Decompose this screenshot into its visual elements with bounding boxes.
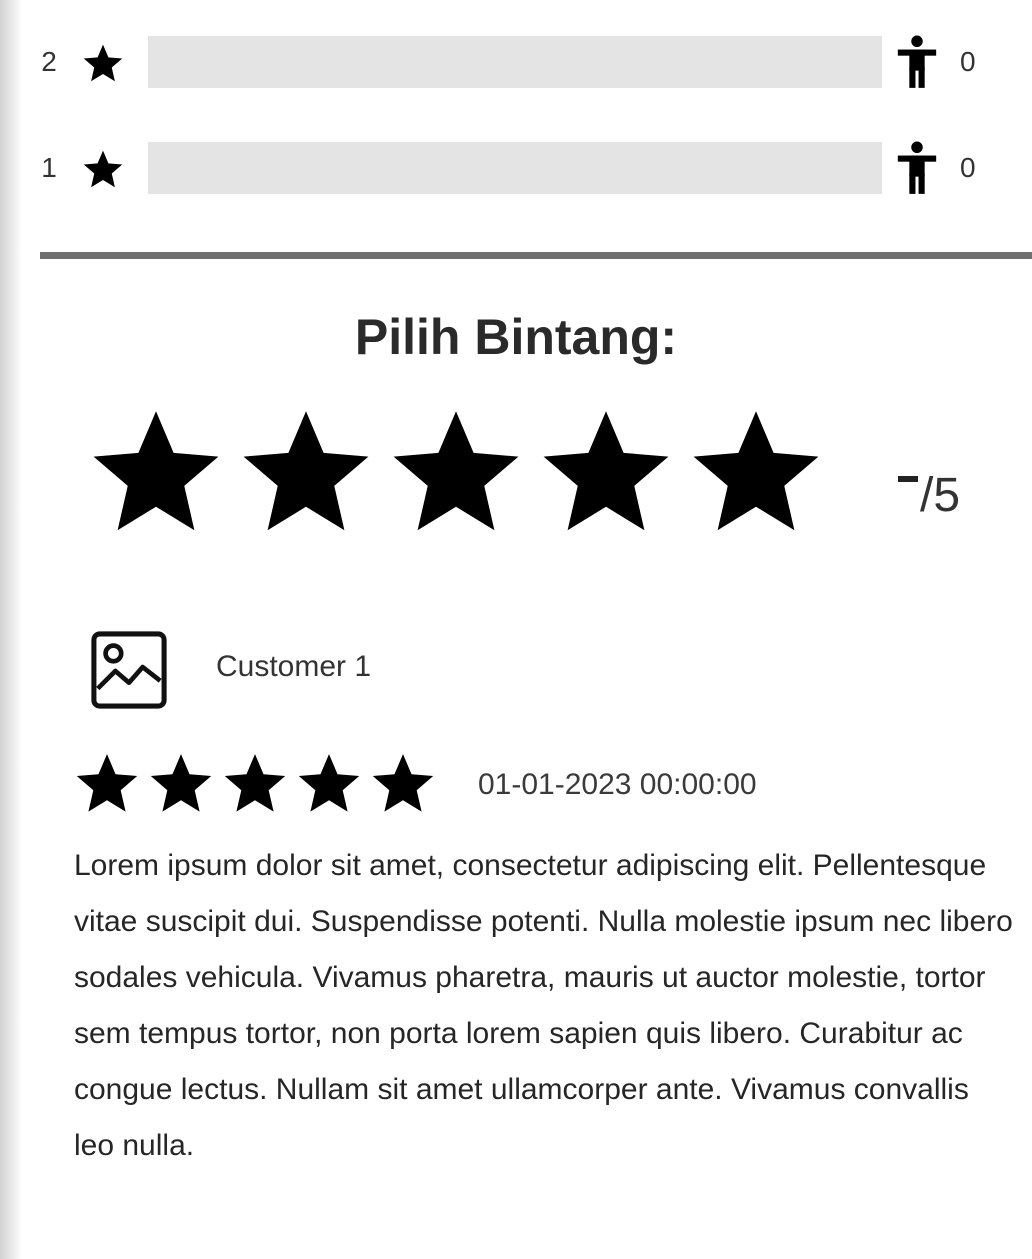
picker-star-5-icon[interactable] <box>692 402 820 540</box>
picker-star-3-icon[interactable] <box>392 402 520 540</box>
star-icon <box>224 754 286 812</box>
rating-progress-bar <box>148 142 882 194</box>
rating-progress-bar <box>148 36 882 88</box>
review-timestamp: 01-01-2023 00:00:00 <box>478 768 757 801</box>
selected-score: /5 <box>898 468 960 523</box>
star-icon <box>298 754 360 812</box>
empty-score-dash <box>898 476 918 482</box>
review-body: Lorem ipsum dolor sit amet, consectetur … <box>74 849 1013 1162</box>
person-icon <box>897 35 937 88</box>
customer-name: Customer 1 <box>216 650 372 683</box>
star-picker <box>92 402 819 542</box>
row-review-count: 0 <box>960 152 976 183</box>
star-icon <box>76 754 138 812</box>
image-placeholder-icon <box>91 631 167 709</box>
row-review-count: 0 <box>960 46 976 77</box>
person-icon <box>897 141 937 194</box>
left-edge-shadow <box>0 0 22 1259</box>
picker-star-1-icon[interactable] <box>92 402 220 540</box>
row-star-number: 2 <box>41 46 57 77</box>
picker-star-2-icon[interactable] <box>242 402 370 540</box>
star-icon <box>83 150 123 188</box>
star-picker-title: Pilih Bintang: <box>354 309 678 365</box>
score-out-of: /5 <box>920 469 961 522</box>
star-icon <box>372 754 434 812</box>
star-icon <box>83 44 123 82</box>
rating-distribution-row-2: 2 0 <box>36 34 996 90</box>
section-divider <box>40 252 1032 259</box>
row-star-number: 1 <box>41 152 57 183</box>
review-rating-stars <box>74 752 434 816</box>
picker-star-4-icon[interactable] <box>542 402 670 540</box>
rating-distribution-row-1: 1 0 <box>36 140 996 196</box>
star-icon <box>150 754 212 812</box>
